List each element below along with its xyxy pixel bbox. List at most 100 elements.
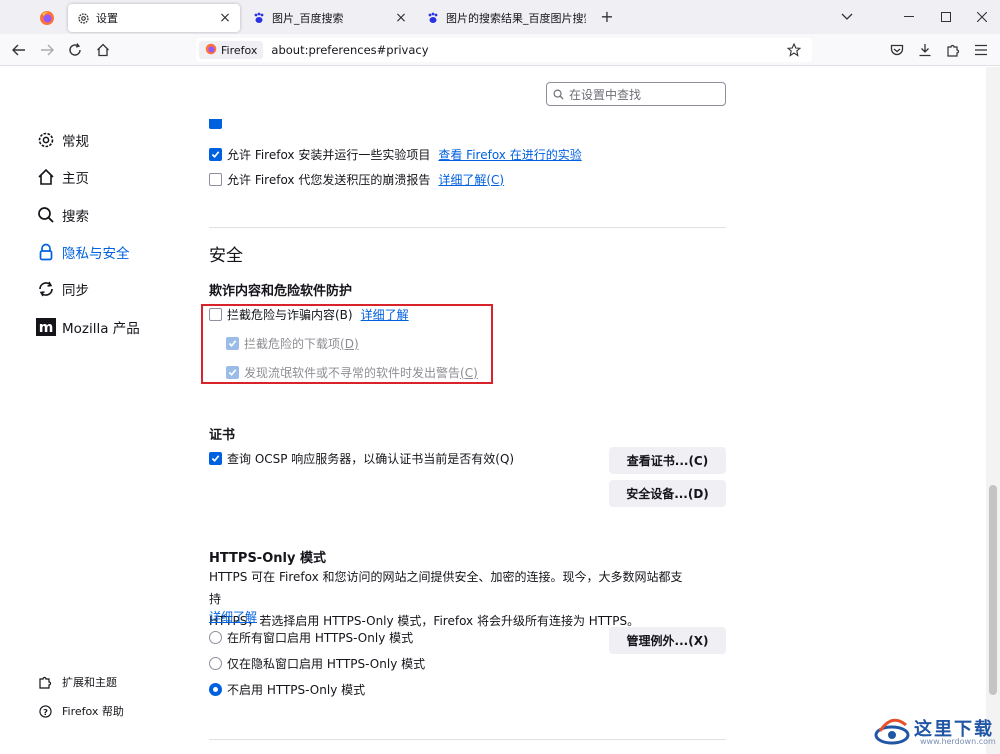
sidebar-foot-label: 扩展和主题 [62, 676, 117, 689]
close-window-icon[interactable] [973, 8, 991, 26]
downloads-icon[interactable] [916, 41, 934, 59]
identity-label: Firefox [221, 43, 258, 57]
https-learn-more-link[interactable]: 详细了解 [209, 608, 257, 625]
view-certificates-button[interactable]: 查看证书...(C) [609, 447, 726, 474]
block-downloads-checkbox [226, 337, 239, 350]
tab-label: 图片_百度搜索 [272, 12, 344, 25]
ocsp-label[interactable]: 查询 OCSP 响应服务器，以确认证书当前是否有效(Q) [227, 450, 514, 467]
https-only-description: HTTPS 可在 Firefox 和您访问的网站之间提供安全、加密的连接。现今，… [209, 566, 689, 632]
home-icon[interactable] [94, 41, 112, 59]
https-option-label[interactable]: 不启用 HTTPS-Only 模式 [227, 681, 365, 698]
https-learn-more-row: 详细了解 [209, 608, 257, 625]
warn-unwanted-checkbox [226, 366, 239, 379]
sidebar-item-mozilla[interactable]: m Mozilla 产品 [36, 315, 140, 339]
https-all-radio[interactable] [209, 631, 222, 644]
firefox-logo-icon [205, 43, 217, 58]
forward-arrow-icon[interactable] [38, 41, 56, 59]
block-dangerous-option: 拦截危险与诈骗内容(B) 详细了解 [209, 306, 409, 323]
sidebar-item-label: 同步 [62, 283, 89, 299]
https-disabled-radio[interactable] [209, 683, 222, 696]
https-option-private-only[interactable]: 仅在隐私窗口启用 HTTPS-Only 模式 [209, 655, 425, 672]
block-downloads-option: 拦截危险的下载项 (D) [226, 335, 359, 352]
app-menu-icon[interactable] [972, 41, 990, 59]
https-private-radio[interactable] [209, 657, 222, 670]
gear-icon [36, 130, 56, 150]
firefox-view-button[interactable] [32, 6, 62, 30]
sync-icon [36, 279, 56, 299]
new-tab-button[interactable]: + [599, 9, 615, 25]
security-devices-button[interactable]: 安全设备...(D) [609, 480, 726, 507]
scrolled-off-row [209, 119, 227, 129]
warn-unwanted-label: 发现流氓软件或不寻常的软件时发出警告 [244, 366, 461, 380]
sidebar-item-label: 隐私与安全 [62, 246, 130, 262]
home-icon [36, 167, 56, 187]
block-dangerous-checkbox[interactable] [209, 308, 222, 321]
sidebar-item-home[interactable]: 主页 [36, 165, 89, 189]
sidebar-item-general[interactable]: 常规 [36, 128, 89, 152]
tab-baidu-images[interactable]: 图片的搜索结果_百度图片搜索 [418, 4, 594, 32]
reload-icon[interactable] [66, 41, 84, 59]
list-all-tabs-icon[interactable] [838, 8, 856, 26]
https-desc-line-1: HTTPS 可在 Firefox 和您访问的网站之间提供安全、加密的连接。现今，… [209, 570, 683, 606]
https-option-disabled[interactable]: 不启用 HTTPS-Only 模式 [209, 681, 365, 698]
watermark-url: www.herdown.com [920, 737, 996, 746]
crash-reports-checkbox[interactable] [209, 173, 222, 186]
deceptive-content-heading: 欺诈内容和危险软件防护 [209, 284, 353, 299]
pocket-icon[interactable] [888, 41, 906, 59]
firefox-logo-icon [40, 11, 54, 25]
tab-settings[interactable]: 设置 × [68, 4, 240, 32]
svg-text:?: ? [43, 706, 48, 716]
studies-checkbox[interactable] [209, 148, 222, 161]
warn-unwanted-accesskey: (C) [460, 365, 478, 380]
settings-search-input[interactable]: 在设置中查找 [546, 82, 726, 106]
close-tab-icon[interactable]: × [394, 10, 408, 26]
security-heading: 安全 [209, 246, 243, 266]
section-divider [209, 739, 726, 740]
https-option-label[interactable]: 在所有窗口启用 HTTPS-Only 模式 [227, 629, 413, 646]
tab-baidu-search[interactable]: 图片_百度搜索 × [244, 4, 416, 32]
crash-reports-label[interactable]: 允许 Firefox 代您发送积压的崩溃报告 [227, 171, 430, 188]
section-divider [209, 227, 726, 228]
svg-text:m: m [39, 320, 54, 336]
https-option-all-windows[interactable]: 在所有窗口启用 HTTPS-Only 模式 [209, 629, 413, 646]
watermark-logo-icon [874, 718, 910, 745]
studies-label[interactable]: 允许 Firefox 安装并运行一些实验项目 [227, 146, 430, 163]
scrollbar-thumb[interactable] [989, 485, 997, 695]
https-option-label[interactable]: 仅在隐私窗口启用 HTTPS-Only 模式 [227, 655, 425, 672]
lock-icon [36, 242, 56, 262]
preferences-page: 在设置中查找 常规 主页 搜索 隐私与安全 同步 m Mozilla 产品 扩展… [0, 67, 1000, 754]
tab-label: 图片的搜索结果_百度图片搜索 [446, 12, 586, 25]
sidebar-item-label: 主页 [62, 171, 89, 187]
crash-learn-more-link[interactable]: 详细了解 [438, 171, 486, 188]
identity-box[interactable]: Firefox [199, 41, 264, 59]
safe-browsing-learn-more-link[interactable]: 详细了解 [361, 306, 409, 323]
site-watermark: 这里下载 www.herdown.com [872, 711, 996, 751]
search-icon [36, 205, 56, 225]
url-bar[interactable]: Firefox about:preferences#privacy [196, 38, 812, 62]
extensions-icon[interactable] [944, 41, 962, 59]
view-studies-link[interactable]: 查看 Firefox 在进行的实验 [438, 146, 581, 163]
manage-exceptions-button[interactable]: 管理例外...(X) [609, 627, 726, 654]
sidebar-help-link[interactable]: ? Firefox 帮助 [38, 702, 124, 720]
block-dangerous-label[interactable]: 拦截危险与诈骗内容(B) [227, 306, 353, 323]
minimize-icon[interactable] [900, 8, 918, 26]
sidebar-addons-link[interactable]: 扩展和主题 [38, 673, 117, 691]
sidebar-item-privacy[interactable]: 隐私与安全 [36, 240, 130, 264]
block-downloads-accesskey: (D) [340, 336, 359, 351]
maximize-icon[interactable] [937, 8, 955, 26]
baidu-paw-icon [252, 11, 266, 25]
bookmark-star-icon[interactable] [786, 42, 802, 58]
back-arrow-icon[interactable] [10, 41, 28, 59]
sidebar-item-search[interactable]: 搜索 [36, 203, 89, 227]
crash-reports-option: 允许 Firefox 代您发送积压的崩溃报告 详细了解 (C) [209, 171, 504, 188]
url-text[interactable]: about:preferences#privacy [271, 43, 428, 57]
mozilla-icon: m [36, 317, 56, 337]
warn-unwanted-option: 发现流氓软件或不寻常的软件时发出警告 (C) [226, 364, 478, 381]
block-downloads-label: 拦截危险的下载项 [244, 337, 341, 351]
ocsp-checkbox[interactable] [209, 452, 222, 465]
crash-accesskey[interactable]: (C) [486, 173, 504, 187]
studies-option: 允许 Firefox 安装并运行一些实验项目 查看 Firefox 在进行的实验 [209, 146, 582, 163]
sidebar-item-label: 常规 [62, 134, 89, 150]
sidebar-item-sync[interactable]: 同步 [36, 277, 89, 301]
close-tab-icon[interactable]: × [218, 10, 232, 26]
